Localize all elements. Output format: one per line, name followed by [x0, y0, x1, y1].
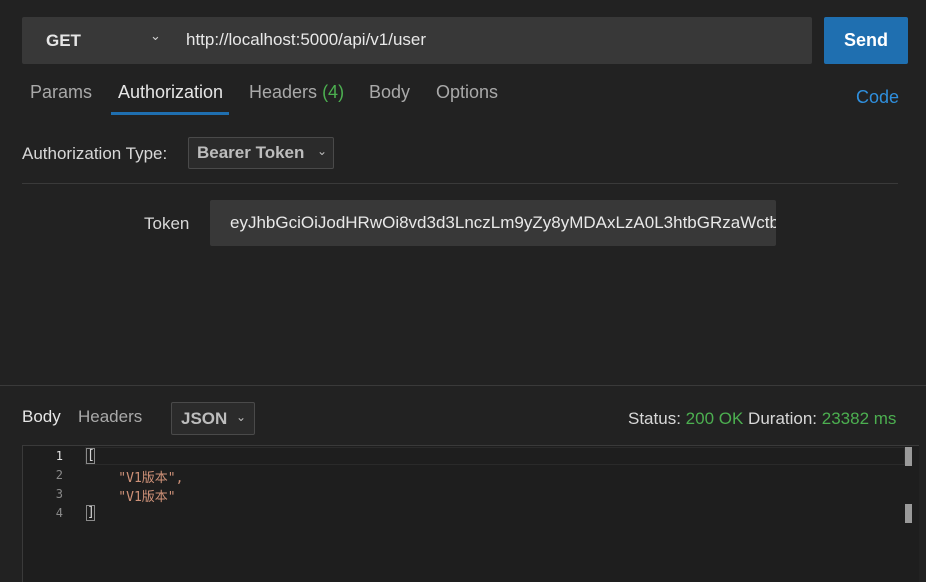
chevron-down-icon[interactable]: ⌄: [150, 28, 161, 44]
code-link[interactable]: Code: [856, 87, 899, 108]
divider: [22, 183, 898, 184]
token-value: eyJhbGciOiJodHRwOi8vd3d3LnczLm9yZy8yMDAx…: [230, 213, 776, 232]
tab-params[interactable]: Params: [30, 82, 92, 103]
code-line: "V1版本",: [87, 471, 184, 486]
url-bar: GET ⌄ http://localhost:5000/api/v1/user: [22, 17, 812, 64]
status-value: 200 OK: [685, 409, 744, 428]
scrollbar-marker[interactable]: [905, 504, 912, 523]
chevron-down-icon: ⌄: [317, 144, 328, 158]
format-value: JSON: [181, 409, 228, 428]
send-button[interactable]: Send: [824, 17, 908, 64]
token-input[interactable]: eyJhbGciOiJodHRwOi8vd3d3LnczLm9yZy8yMDAx…: [210, 200, 776, 246]
line-number: 1: [55, 449, 63, 463]
duration-value: 23382 ms: [821, 409, 897, 428]
url-input[interactable]: http://localhost:5000/api/v1/user: [186, 30, 426, 50]
response-tab-headers[interactable]: Headers: [78, 407, 142, 427]
active-tab-indicator: [111, 112, 229, 115]
scrollbar-marker[interactable]: [905, 447, 912, 466]
status-label: Status:: [628, 409, 681, 428]
response-editor[interactable]: 1 2 3 4 [ "V1版本", "V1版本" ]: [22, 445, 919, 582]
auth-type-value: Bearer Token: [197, 143, 305, 162]
code-line: ]: [87, 505, 95, 520]
pane-divider[interactable]: [0, 385, 926, 386]
auth-type-label: Authorization Type:: [22, 144, 168, 163]
tab-authorization[interactable]: Authorization: [118, 82, 223, 103]
active-line-highlight: [85, 447, 905, 465]
code-line: [: [87, 448, 95, 463]
tab-options[interactable]: Options: [436, 82, 498, 103]
line-number: 3: [55, 487, 63, 501]
token-label: Token: [144, 214, 190, 233]
tab-headers[interactable]: Headers (4): [249, 82, 344, 103]
tab-body[interactable]: Body: [369, 82, 410, 103]
method-select[interactable]: GET: [46, 31, 81, 51]
auth-type-select[interactable]: Bearer Token ⌄: [188, 137, 334, 169]
line-number: 4: [55, 506, 63, 520]
tab-headers-label: Headers: [249, 82, 318, 102]
line-number: 2: [55, 468, 63, 482]
headers-count-badge: (4): [322, 82, 345, 102]
response-status: Status: 200 OK Duration: 23382 ms: [628, 409, 896, 429]
code-line: "V1版本": [87, 490, 176, 505]
chevron-down-icon: ⌄: [236, 410, 247, 424]
response-tab-body[interactable]: Body: [22, 407, 61, 427]
duration-label: Duration:: [748, 409, 818, 428]
format-select[interactable]: JSON ⌄: [171, 402, 255, 435]
